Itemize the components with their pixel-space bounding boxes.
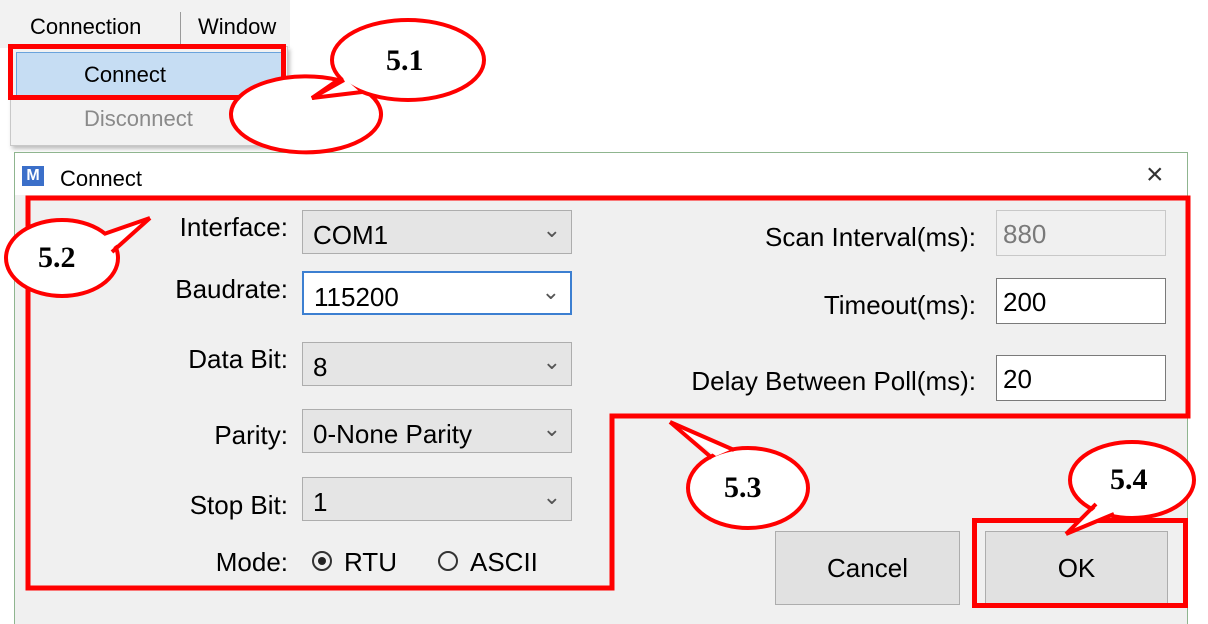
annotation-overlay xyxy=(4,18,1196,591)
annotation-frame-5-2-5-3 xyxy=(25,195,1191,591)
annotation-label-5-1: 5.1 xyxy=(386,44,424,77)
annotation-label-5-3: 5.3 xyxy=(724,471,762,504)
annotation-label-5-2: 5.2 xyxy=(38,241,76,274)
annotation-label-5-4: 5.4 xyxy=(1110,463,1148,496)
